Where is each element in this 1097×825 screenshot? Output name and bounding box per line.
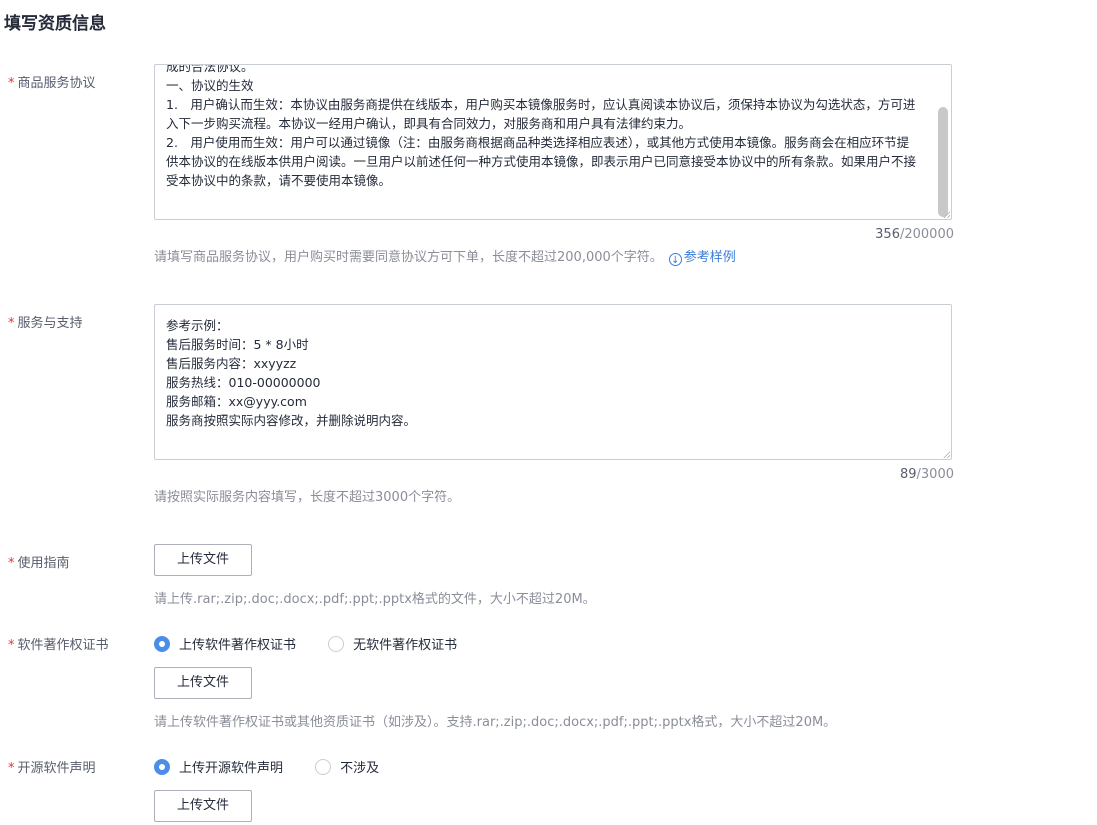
required-mark: *	[8, 761, 15, 776]
opensource-radio-group: 上传开源软件声明 不涉及	[154, 757, 407, 776]
guide-label: * 使用指南	[8, 552, 70, 571]
support-max: /3000	[916, 467, 954, 482]
support-line: 参考示例：	[166, 318, 229, 333]
support-label: * 服务与支持	[8, 312, 83, 331]
required-mark: *	[8, 638, 15, 653]
agreement-char-counter: 356/200000	[754, 227, 954, 242]
radio-label: 不涉及	[340, 761, 380, 776]
download-circle-icon: ↓	[668, 253, 682, 266]
support-line: 服务邮箱：xx@yyy.com	[166, 394, 307, 409]
agreement-hint-text: 请填写商品服务协议，用户购买时需要同意协议方可下单，长度不超过200,000个字…	[154, 250, 663, 265]
page-title: 填写资质信息	[4, 14, 106, 34]
support-char-counter: 89/3000	[754, 467, 954, 482]
support-count: 89	[899, 467, 917, 482]
support-label-text: 服务与支持	[17, 316, 83, 331]
support-line: 售后服务内容：xxyyzz	[166, 356, 297, 371]
agreement-line: 2. 用户使用而生效：用户可以通过镜像（注：由服务商根据商品种类选择相应表述），…	[166, 135, 917, 188]
guide-upload-button[interactable]: 上传文件	[154, 544, 252, 576]
opensource-label: * 开源软件声明	[8, 757, 96, 776]
agreement-text: 成的合法协议。 一、协议的生效 1. 用户确认而生效：本协议由服务商提供在线版本…	[166, 64, 921, 190]
scrollbar-thumb[interactable]	[938, 107, 948, 217]
radio-checked-icon	[154, 759, 170, 775]
radio-unchecked-icon	[328, 636, 345, 652]
radio-label: 上传开源软件声明	[179, 761, 284, 776]
sample-link[interactable]: ↓ 参考样例	[668, 250, 736, 266]
agreement-hint: 请填写商品服务协议，用户购买时需要同意协议方可下单，长度不超过200,000个字…	[154, 246, 736, 266]
guide-hint: 请上传.rar;.zip;.doc;.docx;.pdf;.ppt;.pptx格…	[154, 592, 596, 607]
copyright-upload-button[interactable]: 上传文件	[154, 667, 252, 699]
radio-unchecked-icon	[315, 759, 332, 775]
radio-label: 上传软件著作权证书	[179, 638, 297, 653]
copyright-radio-upload[interactable]: 上传软件著作权证书	[154, 634, 296, 653]
support-line: 服务热线：010-00000000	[166, 375, 321, 390]
support-line: 服务商按照实际内容修改，并删除说明内容。	[166, 413, 417, 428]
opensource-radio-upload[interactable]: 上传开源软件声明	[154, 757, 283, 776]
agreement-label: * 商品服务协议	[8, 72, 96, 91]
required-mark: *	[8, 76, 15, 91]
required-mark: *	[8, 556, 15, 571]
opensource-upload-button[interactable]: 上传文件	[154, 790, 252, 822]
agreement-max: /200000	[899, 227, 954, 242]
copyright-radio-none[interactable]: 无软件著作权证书	[328, 634, 457, 653]
agreement-textarea[interactable]: 成的合法协议。 一、协议的生效 1. 用户确认而生效：本协议由服务商提供在线版本…	[154, 64, 952, 220]
copyright-radio-group: 上传软件著作权证书 无软件著作权证书	[154, 634, 485, 653]
resize-grip-icon[interactable]	[943, 451, 950, 458]
support-hint: 请按照实际服务内容填写，长度不超过3000个字符。	[154, 490, 461, 505]
copyright-hint: 请上传软件著作权证书或其他资质证书（如涉及）。支持.rar;.zip;.doc;…	[154, 715, 837, 730]
agreement-line: 成的合法协议。	[166, 64, 254, 74]
support-line: 售后服务时间：5 * 8小时	[166, 337, 309, 352]
opensource-radio-none[interactable]: 不涉及	[315, 757, 379, 776]
agreement-line: 一、协议的生效	[166, 78, 254, 93]
radio-label: 无软件著作权证书	[353, 638, 458, 653]
required-mark: *	[8, 316, 15, 331]
agreement-count: 356	[875, 227, 900, 242]
copyright-label: * 软件著作权证书	[8, 634, 109, 653]
copyright-label-text: 软件著作权证书	[17, 638, 109, 653]
radio-checked-icon	[154, 636, 170, 652]
support-text: 参考示例： 售后服务时间：5 * 8小时 售后服务内容：xxyyzz 服务热线：…	[166, 316, 921, 430]
support-textarea[interactable]: 参考示例： 售后服务时间：5 * 8小时 售后服务内容：xxyyzz 服务热线：…	[154, 304, 952, 460]
agreement-line: 1. 用户确认而生效：本协议由服务商提供在线版本，用户购买本镜像服务时，应认真阅…	[166, 97, 916, 131]
sample-link-text: 参考样例	[683, 250, 736, 265]
guide-label-text: 使用指南	[17, 556, 70, 571]
agreement-label-text: 商品服务协议	[17, 76, 96, 91]
resize-grip-icon[interactable]	[943, 211, 950, 218]
opensource-label-text: 开源软件声明	[17, 761, 96, 776]
